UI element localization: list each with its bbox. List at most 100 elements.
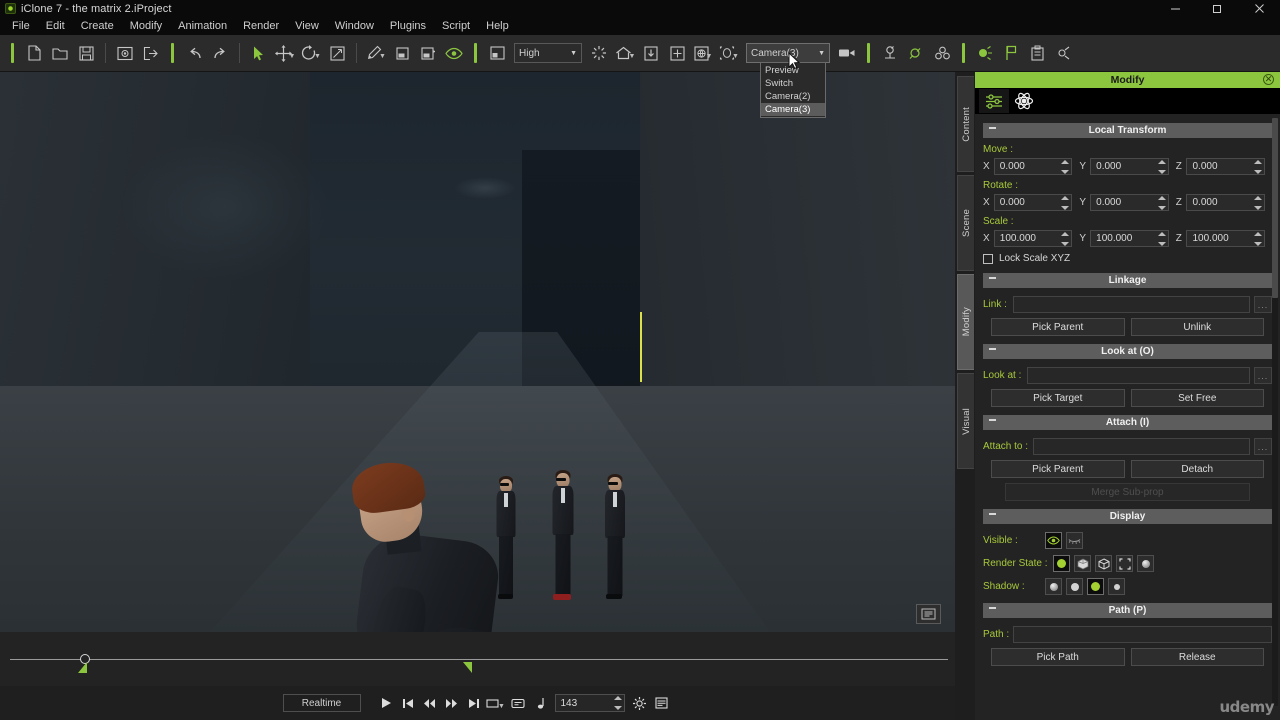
move-z-stepper[interactable] [1254, 160, 1263, 174]
lock-scale-checkbox[interactable] [983, 253, 993, 264]
section-look-at[interactable]: Look at (O) [983, 344, 1272, 359]
align-right-icon[interactable] [415, 40, 441, 66]
release-button[interactable]: Release [1130, 648, 1264, 666]
export-icon[interactable] [138, 40, 164, 66]
import-icon[interactable] [112, 40, 138, 66]
pick-target-button[interactable]: Pick Target [991, 389, 1125, 407]
physics-icon[interactable] [877, 40, 903, 66]
set-free-button[interactable]: Set Free [1130, 389, 1264, 407]
section-local-transform[interactable]: Local Transform [983, 123, 1272, 138]
wireframe-icon[interactable] [1095, 555, 1112, 572]
attach-pick-parent-button[interactable]: Pick Parent [991, 460, 1125, 478]
scale-z-input[interactable]: 100.000 [1186, 230, 1266, 247]
globe-caret-icon[interactable]: ▼ [706, 53, 713, 60]
frame-stepper[interactable] [613, 696, 623, 710]
minimize-button[interactable] [1154, 0, 1196, 17]
unlink-button[interactable]: Unlink [1130, 318, 1264, 336]
redo-icon[interactable] [207, 40, 233, 66]
camera-option-camera3[interactable]: Camera(3) [761, 103, 825, 116]
timeline-scrubber[interactable] [0, 632, 955, 686]
move-x-stepper[interactable] [1061, 160, 1070, 174]
scale-y-stepper[interactable] [1157, 232, 1167, 246]
new-project-icon[interactable] [21, 40, 47, 66]
range-button[interactable]: ▼ [485, 692, 507, 714]
spring-icon[interactable] [1050, 40, 1076, 66]
particle-icon[interactable] [929, 40, 955, 66]
visible-eye-icon[interactable] [1045, 532, 1062, 549]
edit-motion-caret-icon[interactable]: ▼ [379, 53, 386, 60]
jump-start-button[interactable] [397, 692, 419, 714]
gear-icon[interactable] [629, 692, 651, 714]
sidebar-tab-content[interactable]: Content [957, 76, 974, 172]
viewport-display-icon[interactable] [916, 604, 941, 624]
timeline-track[interactable] [10, 659, 948, 660]
physics-atom-icon[interactable] [1009, 89, 1039, 113]
look-at-browse-button[interactable]: ... [1254, 367, 1272, 384]
preview-eye-icon[interactable] [441, 40, 467, 66]
collapse-icon[interactable] [989, 127, 996, 129]
select-tool-icon[interactable] [246, 40, 272, 66]
camera-select[interactable]: Camera(3) ▼ [746, 43, 830, 63]
bounding-icon[interactable] [1116, 555, 1133, 572]
section-display[interactable]: Display [983, 509, 1272, 524]
playback-mode-button[interactable]: Realtime [282, 694, 361, 712]
rotate-tool-icon[interactable]: ▼ [298, 40, 324, 66]
home-view-icon[interactable]: ▼ [612, 40, 638, 66]
panel-close-icon[interactable]: ✕ [1263, 74, 1274, 85]
down-view-icon[interactable] [638, 40, 664, 66]
collapse-icon[interactable] [989, 277, 996, 279]
scale-x-input[interactable]: 100.000 [993, 230, 1073, 247]
align-left-icon[interactable] [389, 40, 415, 66]
sidebar-tab-scene[interactable]: Scene [957, 175, 974, 271]
viewport-layout-icon[interactable] [484, 40, 510, 66]
collapse-icon[interactable] [989, 419, 996, 421]
menu-file[interactable]: File [4, 18, 38, 34]
frame-all-icon[interactable] [664, 40, 690, 66]
undo-icon[interactable] [181, 40, 207, 66]
menu-plugins[interactable]: Plugins [382, 18, 434, 34]
link-browse-button[interactable]: ... [1254, 296, 1272, 313]
range-end-marker[interactable] [463, 662, 472, 673]
gizmo-icon[interactable]: ▼ [716, 40, 742, 66]
save-project-icon[interactable] [73, 40, 99, 66]
step-forward-button[interactable] [441, 692, 463, 714]
shadow-on-icon[interactable] [1087, 578, 1104, 595]
camera-option-switch[interactable]: Switch [761, 77, 825, 90]
home-view-caret-icon[interactable]: ▼ [629, 53, 636, 60]
menu-animation[interactable]: Animation [170, 18, 235, 34]
menu-help[interactable]: Help [478, 18, 517, 34]
move-y-stepper[interactable] [1157, 160, 1167, 174]
light-set-icon[interactable] [972, 40, 998, 66]
move-tool-caret-icon[interactable]: ▼ [289, 53, 296, 60]
section-path[interactable]: Path (P) [983, 603, 1272, 618]
menu-script[interactable]: Script [434, 18, 478, 34]
shaded-icon[interactable] [1137, 555, 1154, 572]
panel-scrollbar-thumb[interactable] [1272, 118, 1278, 298]
jump-end-button[interactable] [463, 692, 485, 714]
props-icon[interactable] [1024, 40, 1050, 66]
step-back-button[interactable] [419, 692, 441, 714]
box-icon[interactable] [1074, 555, 1091, 572]
scale-x-stepper[interactable] [1061, 232, 1070, 246]
lock-scale-row[interactable]: Lock Scale XYZ [983, 253, 1272, 264]
gizmo-caret-icon[interactable]: ▼ [732, 53, 739, 60]
restore-button[interactable] [1196, 0, 1238, 17]
frame-number-input[interactable]: 143 [554, 694, 625, 712]
rotate-x-stepper[interactable] [1061, 196, 1070, 210]
pick-path-button[interactable]: Pick Path [991, 648, 1125, 666]
look-at-input[interactable] [1027, 367, 1250, 384]
soft-cloth-icon[interactable] [903, 40, 929, 66]
attach-to-input[interactable] [1033, 438, 1250, 455]
close-button[interactable] [1238, 0, 1280, 17]
section-attach[interactable]: Attach (I) [983, 415, 1272, 430]
camera-select-dropdown[interactable]: Preview Switch Camera(2) Camera(3) [760, 62, 826, 118]
globe-icon[interactable]: ▼ [690, 40, 716, 66]
solid-icon[interactable] [1053, 555, 1070, 572]
menu-edit[interactable]: Edit [38, 18, 73, 34]
panel-scroll-area[interactable]: Local Transform Move : X 0.000 Y 0.000 Z [975, 114, 1280, 720]
rotate-tool-caret-icon[interactable]: ▼ [314, 53, 321, 60]
collapse-icon[interactable] [989, 348, 996, 350]
light-icon[interactable] [586, 40, 612, 66]
move-x-input[interactable]: 0.000 [993, 158, 1073, 175]
viewport-3d[interactable] [0, 72, 955, 632]
